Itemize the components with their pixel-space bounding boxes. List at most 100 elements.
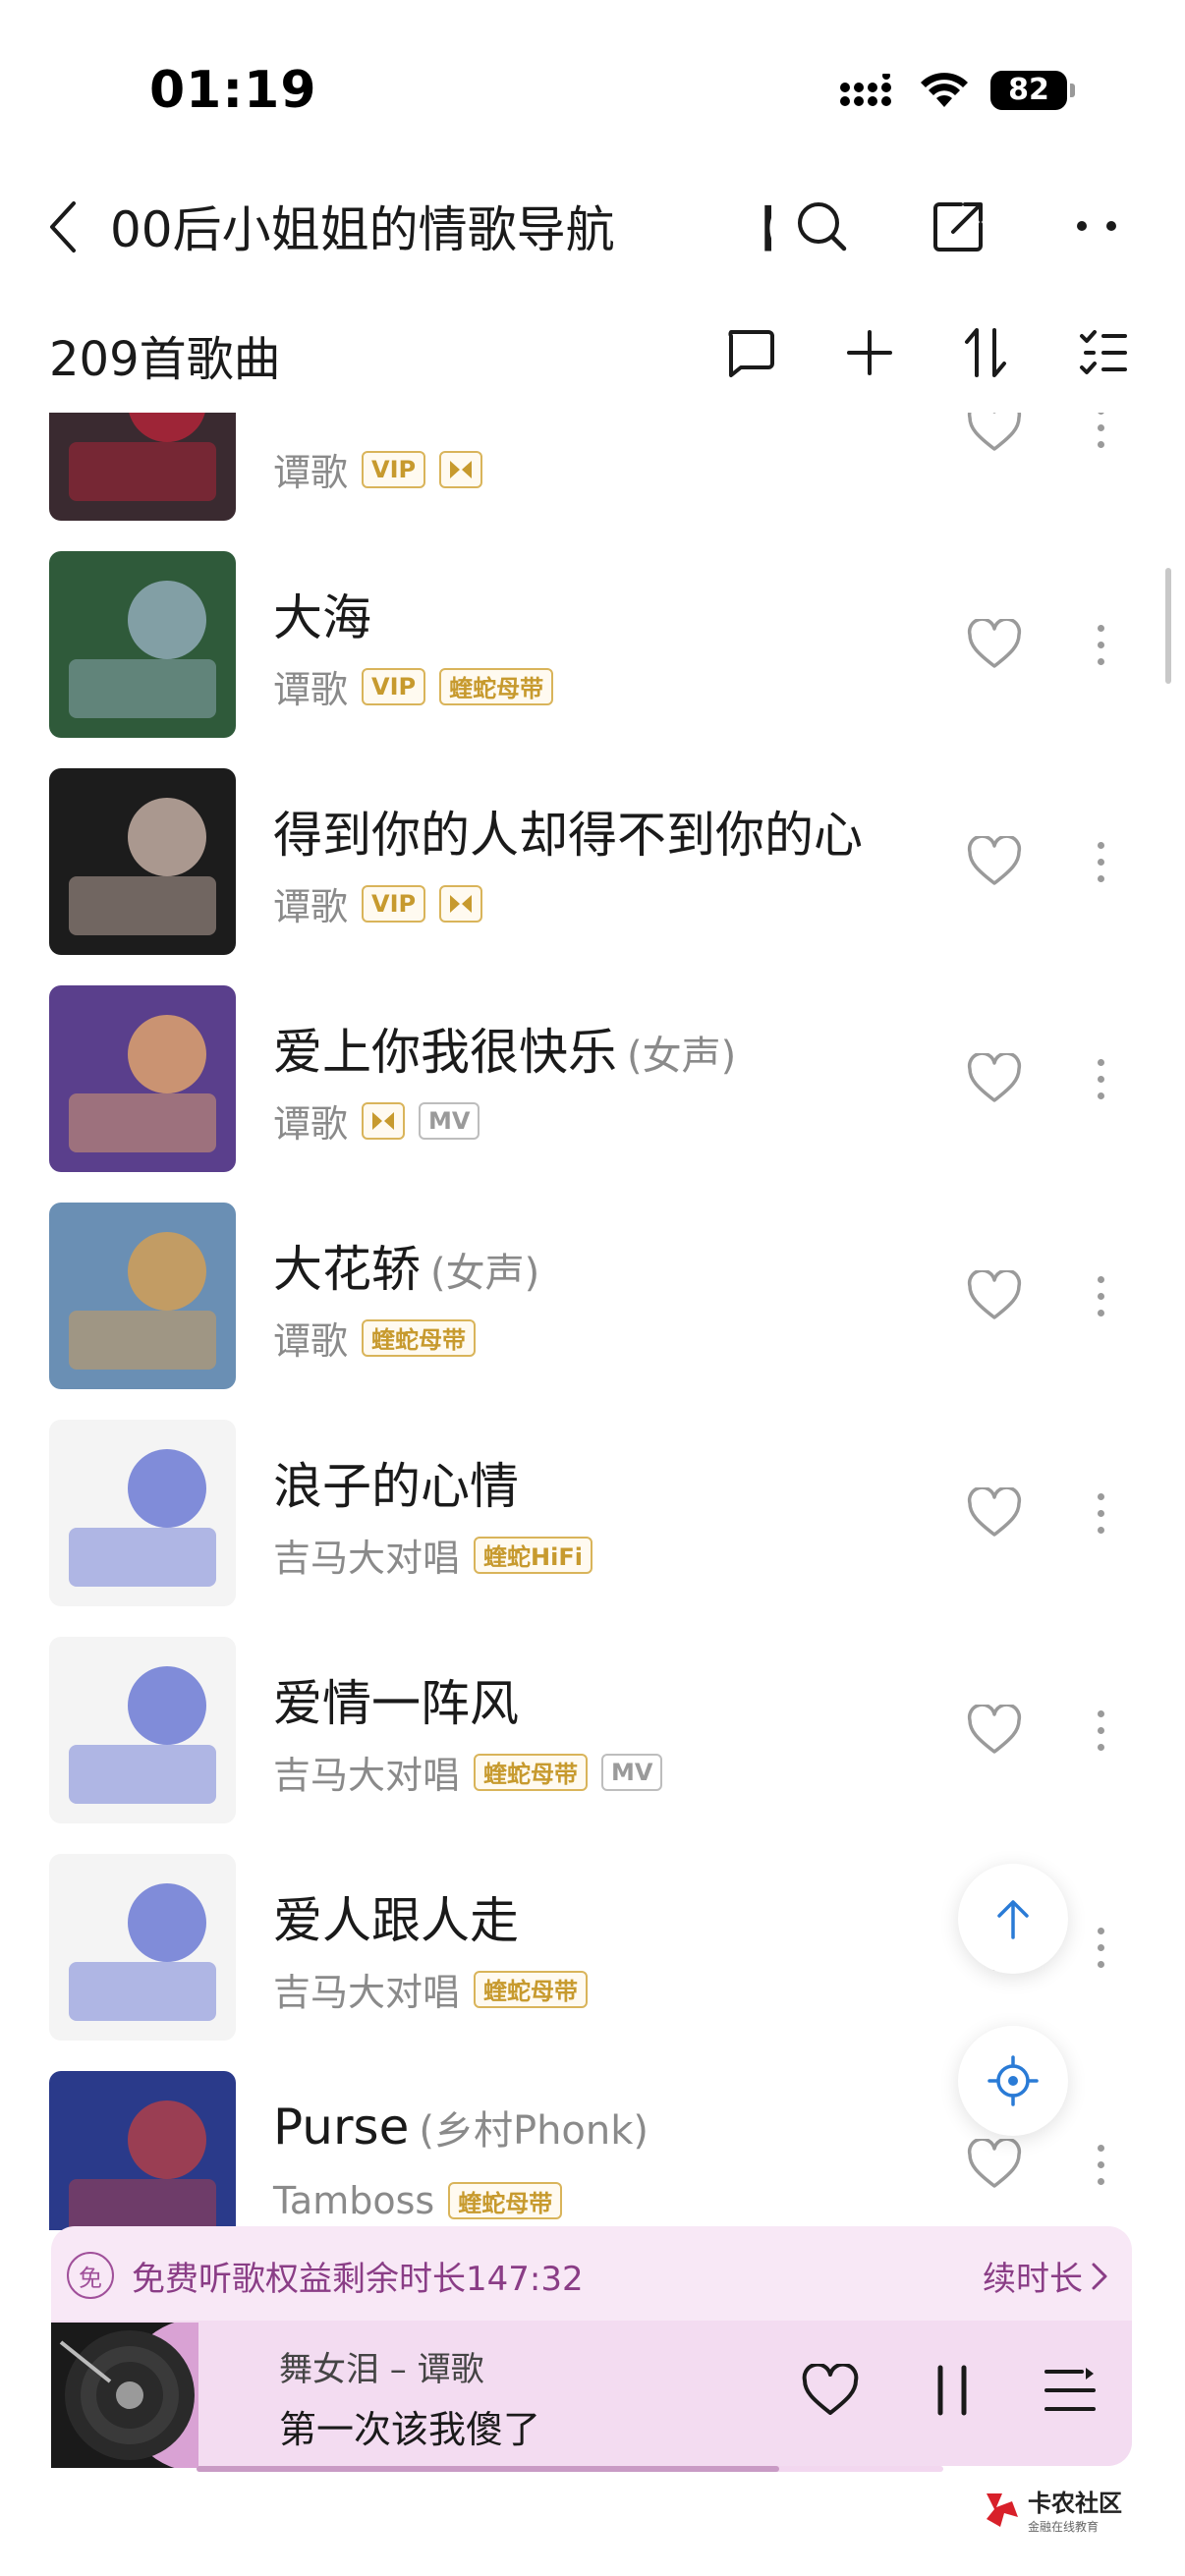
like-button[interactable] [958,413,1031,464]
vip-badge: VIP [362,884,426,923]
mini-player[interactable]: 舞女泪 – 谭歌 第一次该我傻了 [51,2321,1132,2468]
like-button[interactable] [958,825,1031,898]
status-bar: 01:19 82 [0,0,1185,187]
sort-button[interactable] [951,318,1020,387]
song-row[interactable]: 大海谭歌 VIP 蝰蛇母带 [0,551,1185,738]
quality-bow-icon [362,1101,406,1140]
multi-select-button[interactable] [1069,318,1138,387]
sort-icon [965,328,1006,377]
vip-badge: VIP [362,450,426,488]
more-button[interactable] [1061,191,1132,261]
like-button[interactable] [958,2128,1031,2201]
status-time: 01:19 [149,61,317,120]
free-listening-banner[interactable]: 免 免费听歌权益剩余时长147:32 续时长 [51,2226,1132,2324]
song-title-text: 大海 [273,589,371,646]
search-icon [798,202,847,252]
song-artist: 谭歌 [273,885,349,928]
quality-bow-icon [439,884,483,923]
heart-icon [967,2139,1022,2188]
quality-badge: 蝰蛇HiFi [474,1536,592,1574]
quality-bow-icon [439,450,483,488]
heart-icon [967,1270,1022,1319]
scroll-top-button[interactable] [958,1864,1068,1974]
like-button[interactable] [958,1042,1031,1115]
song-more-button[interactable] [1081,608,1120,681]
player-like-button[interactable] [794,2354,867,2427]
add-button[interactable] [835,318,904,387]
song-count: 209首歌曲 [49,332,281,387]
song-row[interactable]: 大花轿 (女声) 谭歌 蝰蛇母带 [0,1203,1185,1389]
page-title-overflow: 【 [732,191,771,261]
arrow-up-icon [997,1900,1029,1939]
status-icons: 82 [839,71,1075,110]
song-title: 得到你的人却得不到你的心 [273,796,863,867]
song-artist: 谭歌 [273,668,349,711]
song-more-button[interactable] [1081,413,1120,464]
song-title-text: 大花轿 [273,1241,421,1298]
scrollbar[interactable] [1165,568,1171,684]
song-cover [49,768,236,955]
heart-icon [967,1053,1022,1102]
song-title: 爱人跟人走 [273,1881,519,1952]
locate-current-button[interactable] [958,2026,1068,2136]
song-title-text: 爱人跟人走 [273,1892,519,1949]
quality-badge: 蝰蛇母带 [448,2182,563,2219]
song-more-button[interactable] [1081,1911,1120,1984]
locate-icon [988,2055,1039,2106]
song-more-button[interactable] [1081,1042,1120,1115]
song-meta: 谭歌 VIP 蝰蛇母带 [273,659,554,713]
battery-indicator: 82 [990,71,1075,110]
song-row[interactable]: 谭歌 VIP [0,413,1185,521]
playback-progress[interactable] [197,2466,943,2472]
quality-badge: 蝰蛇母带 [362,1318,477,1357]
watermark-logo-icon [987,2493,1018,2527]
extend-time-label: 续时长 [983,2260,1083,2299]
wifi-icon [921,73,968,107]
pause-button[interactable] [916,2354,988,2427]
free-icon: 免 [67,2252,114,2299]
song-more-button[interactable] [1081,825,1120,898]
song-title-text: 浪子的心情 [273,1458,519,1515]
song-version: (女声) [627,1034,737,1079]
song-artist: 谭歌 [273,1319,349,1363]
song-title: 爱上你我很快乐 (女声) [273,1013,736,1084]
like-button[interactable] [958,1477,1031,1549]
share-icon [933,202,983,252]
song-cover [49,1203,236,1389]
heart-icon [967,836,1022,885]
song-row[interactable]: 浪子的心情吉马大对唱 蝰蛇HiFi [0,1420,1185,1606]
comment-icon [728,330,774,377]
song-artist: 吉马大对唱 [273,1754,461,1797]
song-meta: 谭歌 VIP [273,442,483,496]
heart-icon [967,1705,1022,1754]
song-more-button[interactable] [1081,1477,1120,1549]
song-row[interactable]: 爱情一阵风 吉马大对唱 蝰蛇母带 MV [0,1637,1185,1823]
song-title-text: 得到你的人却得不到你的心 [273,807,863,864]
add-icon [847,330,892,375]
extend-time-link[interactable]: 续时长 [983,2252,1108,2300]
heart-icon [967,619,1022,668]
chevron-left-icon [50,201,76,252]
share-button[interactable] [924,191,994,261]
more-horizontal-icon [1077,221,1116,231]
watermark: 卡农社区 金融在线教育 [983,2484,1122,2535]
search-button[interactable] [786,191,857,261]
back-button[interactable] [29,193,98,261]
song-more-button[interactable] [1081,2128,1120,2201]
quality-badge: 蝰蛇母带 [474,1970,589,2008]
song-row[interactable]: 爱上你我很快乐 (女声) 谭歌 MV [0,985,1185,1172]
song-row[interactable]: 得到你的人却得不到你的心谭歌 VIP [0,768,1185,955]
player-album-art[interactable] [51,2323,198,2468]
signal-icon [840,74,891,106]
comment-button[interactable] [715,318,784,387]
like-button[interactable] [958,608,1031,681]
song-more-button[interactable] [1081,1260,1120,1332]
song-meta: 吉马大对唱 蝰蛇HiFi [273,1528,592,1582]
playlist-button[interactable] [1034,2354,1106,2427]
song-more-button[interactable] [1081,1694,1120,1766]
like-button[interactable] [958,1694,1031,1766]
like-button[interactable] [958,1260,1031,1332]
song-title: 浪子的心情 [273,1447,519,1518]
multi-select-icon [1080,330,1127,374]
song-version: (女声) [430,1251,540,1296]
